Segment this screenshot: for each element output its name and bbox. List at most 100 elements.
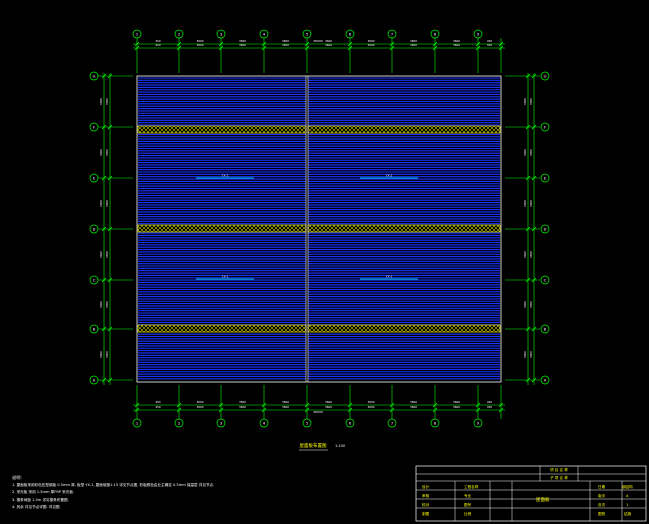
dim-top-chain-label-9: 450 [487,43,493,47]
axis-bubble-bottom-3-label: 3 [220,421,222,425]
dim-bottom-chain-label-1: 450 [155,400,161,404]
axis-bubble-bottom-2-label: 2 [178,421,180,425]
dim-bottom-total-label-1: 450 [155,405,161,409]
axis-bubble-left-D-label: D [93,227,96,231]
dim-top-total-label-3: 3600 [239,39,246,43]
skylight-band-1-2 [307,125,501,134]
tb-left-label-2: 审核 [422,494,430,498]
tb-mid-label-1: 工程名称 [464,485,479,489]
dim-right-chain-label-2: 3300 [523,149,527,156]
dim-bottom-chain-label-5: 3600 [325,400,332,404]
tb-right-value-2: A [626,494,629,498]
notes-heading: 说明: [12,475,22,480]
dim-right-total-label-3: 3300 [529,200,533,207]
dim-top-chain-label-5: 3600 [325,43,332,47]
dim-left-total-label-2: 3300 [105,149,109,156]
tb-right-value-1: 钢结构 [622,485,633,489]
tb-mid-label-4: 比例 [464,512,472,516]
dim-top-chain-label-8: 3600 [453,43,460,47]
axis-bubble-bottom-1-label: 1 [136,421,138,425]
dim-bottom-chain-label-8: 3600 [453,400,460,404]
dim-top-total-label-4: 3600 [282,39,289,43]
dim-right-total-label-6: 3300 [529,351,533,358]
dim-top-total-label-8: 3600 [453,39,460,43]
axis-bubble-bottom-7-label: 7 [391,421,393,425]
dim-left-chain-label-2: 3300 [99,149,103,156]
axis-bubble-right-D-label: D [544,227,547,231]
tb-mid-label-2: 专业 [464,494,472,498]
dim-bottom-total-label-3: 3600 [239,405,246,409]
axis-bubble-left-F-label: F [93,125,95,129]
dim-right-total-label-5: 3300 [529,301,533,308]
dim-left-total-label-4: 3300 [105,251,109,258]
dim-bottom-chain-label-2: 3600 [196,400,203,404]
tb-header-project: 项 目 名 称 [550,468,568,472]
dim-top-total-label-5: 3600 [325,39,332,43]
dim-bottom-chain-label-9: 450 [487,400,493,404]
axis-bubble-right-G-label: G [544,74,547,78]
tb-right-value-3: 1 [626,503,629,507]
drawing-title: 屋面板布置图 [300,442,327,449]
dim-right-total-label-4: 3300 [529,251,533,258]
axis-bubble-top-2-label: 2 [178,32,180,36]
dim-top-total-label-9: 450 [487,39,493,43]
dim-left-chain-label-4: 3300 [99,251,103,258]
note-item-4: 4. 其余 详见节点详图. 详见图. [12,505,61,510]
dim-bottom-chain-label-6: 3600 [367,400,374,404]
axis-bubble-top-5-label: 5 [306,32,308,36]
dim-right-chain-label-1: 3300 [523,98,527,105]
drawing-canvas: 450 3600 3600 3600 3600 3600 3600 3600 450450 360… [0,0,649,524]
title-block: 项 目 名 称 子 项 名 称 设计 审核 校对 制图 工程名称 专业 图号 比… [416,466,646,521]
skylight-band-2-2 [307,224,501,233]
tb-right-label-2: 版次 [598,494,606,498]
dim-bottom-total-label-7: 3600 [410,405,417,409]
axis-bubble-top-3-label: 3 [220,32,222,36]
dim-left-chain-label-3: 3300 [99,200,103,207]
dim-bottom-total-label-8: 3600 [453,405,460,409]
note-item-1: 1. 屋面板采用彩色压型钢板 0.5mm 厚, 板型 YX-1, 屋面坡度1:1… [12,482,215,487]
tb-left-label-1: 设计 [422,485,430,489]
dim-left-chain-label-5: 3300 [99,301,103,308]
panel-label-3: YX-1 [222,275,229,279]
dim-bottom-total-label-6: 3600 [367,405,374,409]
dim-top-chain-label-6: 3600 [367,43,374,47]
dim-right-chain-label-3: 3300 [523,200,527,207]
tb-header-subitem: 子 项 名 称 [550,476,568,480]
skylight-band-2-1 [137,224,307,233]
note-item-3: 3. 檩条间距 1.5m 详见檩条布置图. [12,497,69,502]
dim-right-chain-label-6: 3300 [523,351,527,358]
skylight-band-3-2 [307,324,501,333]
total-dimension-bottom: 36000 [313,410,323,414]
dim-right-chain-label-5: 3300 [523,301,527,308]
tb-right-label-3: 页次 [598,503,606,507]
tb-mid-label-3: 图号 [464,503,472,507]
dim-top-total-label-2: 3600 [196,39,203,43]
axis-bubble-left-G-label: G [93,74,96,78]
dim-left-total-label-6: 3300 [105,351,109,358]
skylight-band-3-1 [137,324,307,333]
tb-right-label-4: 图别 [598,512,606,516]
dim-bottom-chain-label-3: 3600 [239,400,246,404]
dim-left-total-label-1: 3300 [105,98,109,105]
tb-left-label-3: 校对 [422,503,430,507]
dim-right-total-label-1: 3300 [529,98,533,105]
dim-right-total-label-2: 3300 [529,149,533,156]
dim-bottom-chain-label-7: 3600 [410,400,417,404]
dim-top-total-label-6: 3600 [367,39,374,43]
dim-left-chain-label-6: 3300 [99,351,103,358]
dim-top-total-label-1: 450 [155,39,161,43]
dim-bottom-chain-label-4: 3600 [282,400,289,404]
panel-label-4: YX-1 [386,275,393,279]
dim-top-chain-label-1: 450 [155,43,161,47]
dim-bottom-total-label-5: 3600 [325,405,332,409]
dim-top-chain-label-4: 3600 [282,43,289,47]
note-item-2: 2. 采光板 采用 1.5mm 厚FRP 采光板. [12,490,75,495]
dim-top-total-label-7: 3600 [410,39,417,43]
general-notes: 说明: 1. 屋面板采用彩色压型钢板 0.5mm 厚, 板型 YX-1, 屋面坡… [12,474,412,512]
axis-bubble-right-F-label: F [544,125,546,129]
tb-right-label-1: 日期 [598,485,606,489]
axis-bubble-top-7-label: 7 [391,32,393,36]
dim-left-chain-label-1: 3300 [99,98,103,105]
axis-bubble-top-1-label: 1 [136,32,138,36]
panel-label-1: YX-1 [222,174,229,178]
